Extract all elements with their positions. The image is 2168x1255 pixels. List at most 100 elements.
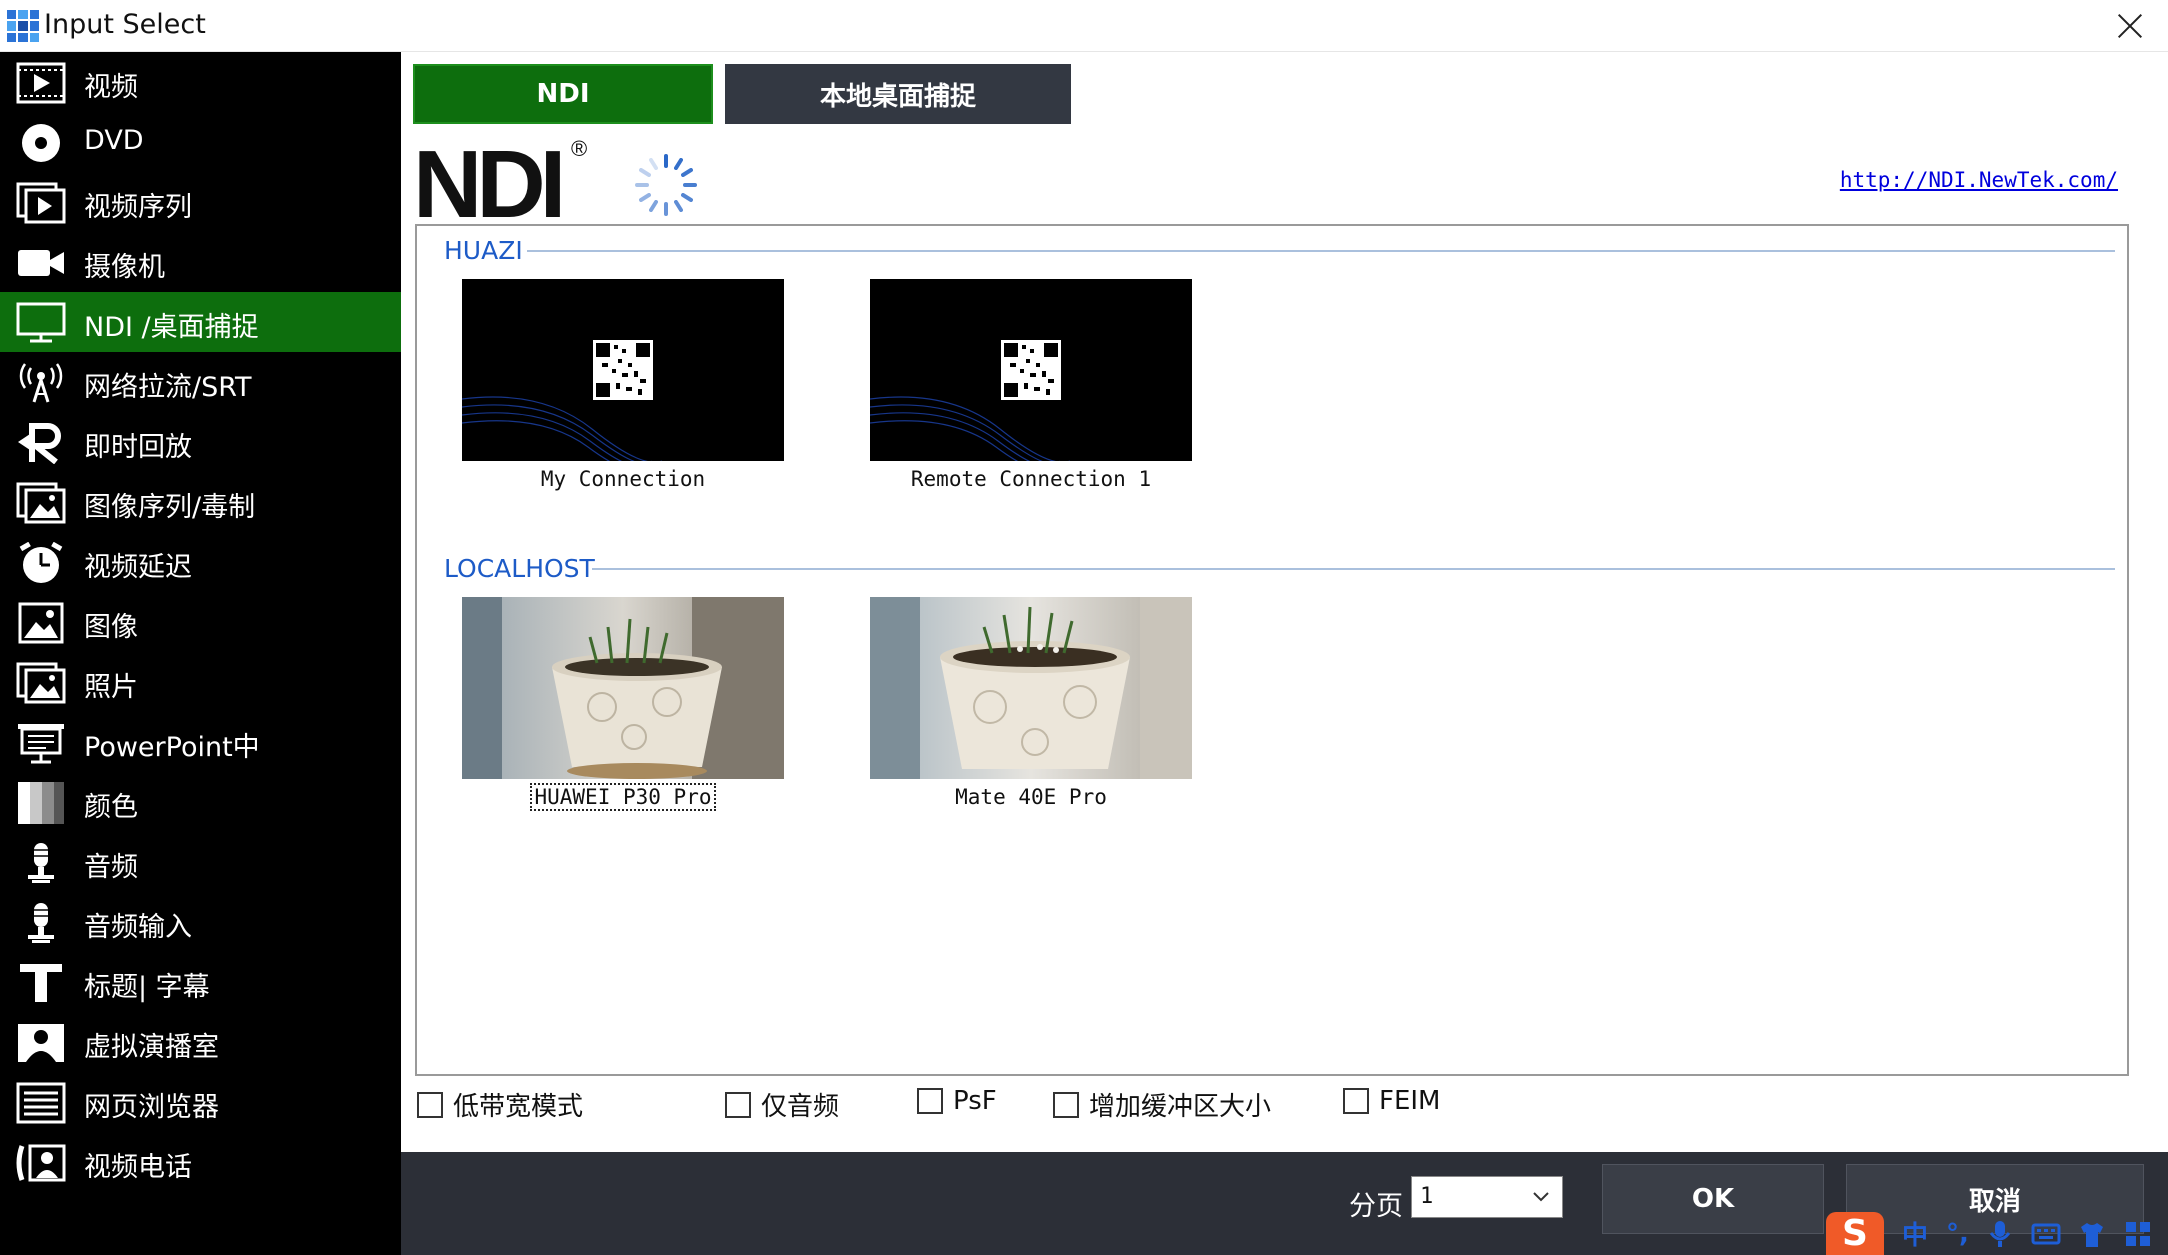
timer-icon — [16, 541, 66, 584]
sidebar-item-label: 颜色 — [84, 792, 138, 823]
color-icon — [16, 782, 66, 824]
option-label: FEIM — [1379, 1086, 1441, 1116]
microphone-icon — [16, 842, 66, 884]
sidebar-item-label: 网络拉流/SRT — [84, 372, 252, 403]
group-divider — [592, 568, 2115, 570]
group-divider — [527, 250, 2115, 252]
psf-checkbox[interactable] — [917, 1088, 943, 1114]
tab-desktop-capture[interactable]: 本地桌面捕捉 — [725, 64, 1071, 124]
source-thumbnail — [462, 597, 784, 779]
ime-grid-icon[interactable] — [2123, 1219, 2153, 1249]
sidebar-item-label: 网页浏览器 — [84, 1092, 219, 1123]
option-audio-only[interactable]: 仅音频 — [725, 1086, 839, 1123]
sidebar-item-label: 视频延迟 — [84, 552, 192, 583]
sidebar-item-label: 视频序列 — [84, 192, 192, 223]
main-panel: NDI 本地桌面捕捉 NDI ® http://NDI.NewTek.com/ — [401, 52, 2168, 1152]
title-bar: Input Select — [0, 0, 2168, 52]
option-feim[interactable]: FEIM — [1343, 1086, 1440, 1116]
sidebar-item-audio[interactable]: 音频 — [0, 832, 401, 892]
browser-icon — [16, 1082, 66, 1124]
option-low-bandwidth[interactable]: 低带宽模式 — [417, 1086, 583, 1123]
source-label: HUAWEI P30 Pro — [530, 783, 716, 811]
sidebar-item-label: 摄像机 — [84, 252, 165, 283]
source-tile-my-connection[interactable]: My Connection — [462, 279, 784, 491]
virtual-studio-icon — [16, 1022, 66, 1064]
sidebar-item-label: NDI /桌面捕捉 — [84, 312, 259, 343]
sidebar-item-video-delay[interactable]: 视频延迟 — [0, 532, 401, 592]
source-thumbnail — [462, 279, 784, 461]
option-psf[interactable]: PsF — [917, 1086, 997, 1116]
sidebar-item-powerpoint[interactable]: PowerPoint中 — [0, 712, 401, 772]
ime-skin-icon[interactable] — [2077, 1219, 2107, 1249]
source-thumbnail — [870, 279, 1192, 461]
video-list-icon — [16, 182, 66, 224]
loading-spinner-icon — [633, 152, 699, 218]
sidebar-item-label: 图像 — [84, 612, 138, 643]
page-select[interactable]: 1 — [1411, 1176, 1563, 1218]
microphone-input-icon — [16, 902, 66, 944]
sidebar-item-video-list[interactable]: 视频序列 — [0, 172, 401, 232]
source-thumbnail — [870, 597, 1192, 779]
ime-microphone-icon[interactable] — [1985, 1219, 2015, 1249]
audio-only-checkbox[interactable] — [725, 1091, 751, 1118]
page-select-value: 1 — [1420, 1184, 1434, 1209]
sidebar-item-video[interactable]: 视频 — [0, 52, 401, 112]
option-increase-buffer[interactable]: 增加缓冲区大小 — [1053, 1086, 1271, 1123]
increase-buffer-checkbox[interactable] — [1053, 1091, 1079, 1118]
ime-keyboard-icon[interactable] — [2031, 1219, 2061, 1249]
source-tile-huawei-p30-pro[interactable]: HUAWEI P30 Pro — [462, 597, 784, 811]
low-bandwidth-checkbox[interactable] — [417, 1091, 443, 1118]
sidebar-item-image-sequence[interactable]: 图像序列/毒制 — [0, 472, 401, 532]
image-icon — [16, 602, 66, 644]
sidebar-item-image[interactable]: 图像 — [0, 592, 401, 652]
sidebar-item-label: 虚拟演播室 — [84, 1032, 219, 1063]
sidebar-item-label: 即时回放 — [84, 432, 192, 463]
ime-logo[interactable]: S — [1826, 1212, 1884, 1255]
sidebar-item-dvd[interactable]: DVD — [0, 112, 401, 172]
monitor-icon — [16, 302, 66, 344]
sidebar-item-color[interactable]: 颜色 — [0, 772, 401, 832]
source-tile-mate-40e-pro[interactable]: Mate 40E Pro — [870, 597, 1192, 809]
tab-ndi[interactable]: NDI — [413, 64, 713, 124]
presentation-icon — [16, 722, 66, 764]
feim-checkbox[interactable] — [1343, 1088, 1369, 1114]
replay-icon — [16, 422, 66, 465]
ndi-website-link[interactable]: http://NDI.NewTek.com/ — [1840, 168, 2118, 192]
ok-button[interactable]: OK — [1602, 1164, 1824, 1234]
sidebar-item-label: 音频 — [84, 852, 138, 883]
sidebar-item-replay[interactable]: 即时回放 — [0, 412, 401, 472]
sidebar-item-label: 图像序列/毒制 — [84, 492, 256, 523]
antenna-icon — [16, 362, 66, 404]
sidebar-item-label: PowerPoint中 — [84, 732, 260, 763]
sidebar-item-ndi-desktop[interactable]: NDI /桌面捕捉 — [0, 292, 401, 352]
sidebar-item-virtual-studio[interactable]: 虚拟演播室 — [0, 1012, 401, 1072]
source-label: Remote Connection 1 — [910, 467, 1152, 491]
ime-toolbar[interactable]: S 中 °, — [1826, 1212, 2168, 1255]
ime-punctuation[interactable]: °, — [1946, 1219, 1969, 1249]
source-list-panel: HUAZI My Connection Remote Connection 1 … — [415, 224, 2129, 1076]
option-label: 低带宽模式 — [453, 1092, 584, 1122]
sidebar-item-browser[interactable]: 网页浏览器 — [0, 1072, 401, 1132]
sidebar-item-audio-input[interactable]: 音频输入 — [0, 892, 401, 952]
options-row: 低带宽模式 仅音频 PsF 增加缓冲区大小 FEIM — [401, 1086, 2168, 1126]
sidebar-item-stream-srt[interactable]: 网络拉流/SRT — [0, 352, 401, 412]
source-tile-remote-connection-1[interactable]: Remote Connection 1 — [870, 279, 1192, 491]
photos-icon — [16, 662, 66, 704]
video-call-icon — [16, 1142, 66, 1184]
ime-language[interactable]: 中 — [1902, 1215, 1928, 1252]
sidebar-item-camera[interactable]: 摄像机 — [0, 232, 401, 292]
title-icon — [16, 962, 66, 1004]
app-icon — [7, 10, 39, 42]
sidebar-item-title[interactable]: 标题| 字幕 — [0, 952, 401, 1012]
sidebar-item-label: 标题| 字幕 — [84, 972, 210, 1003]
close-icon[interactable] — [2112, 8, 2148, 44]
sidebar-item-photos[interactable]: 照片 — [0, 652, 401, 712]
option-label: PsF — [953, 1086, 997, 1116]
sidebar-item-label: 视频电话 — [84, 1152, 192, 1183]
sidebar-item-label: 照片 — [84, 672, 138, 703]
option-label: 仅音频 — [761, 1092, 840, 1122]
sidebar-item-video-call[interactable]: 视频电话 — [0, 1132, 401, 1192]
sidebar-item-label: 音频输入 — [84, 912, 192, 943]
image-sequence-icon — [16, 482, 66, 524]
camera-icon — [16, 242, 66, 284]
